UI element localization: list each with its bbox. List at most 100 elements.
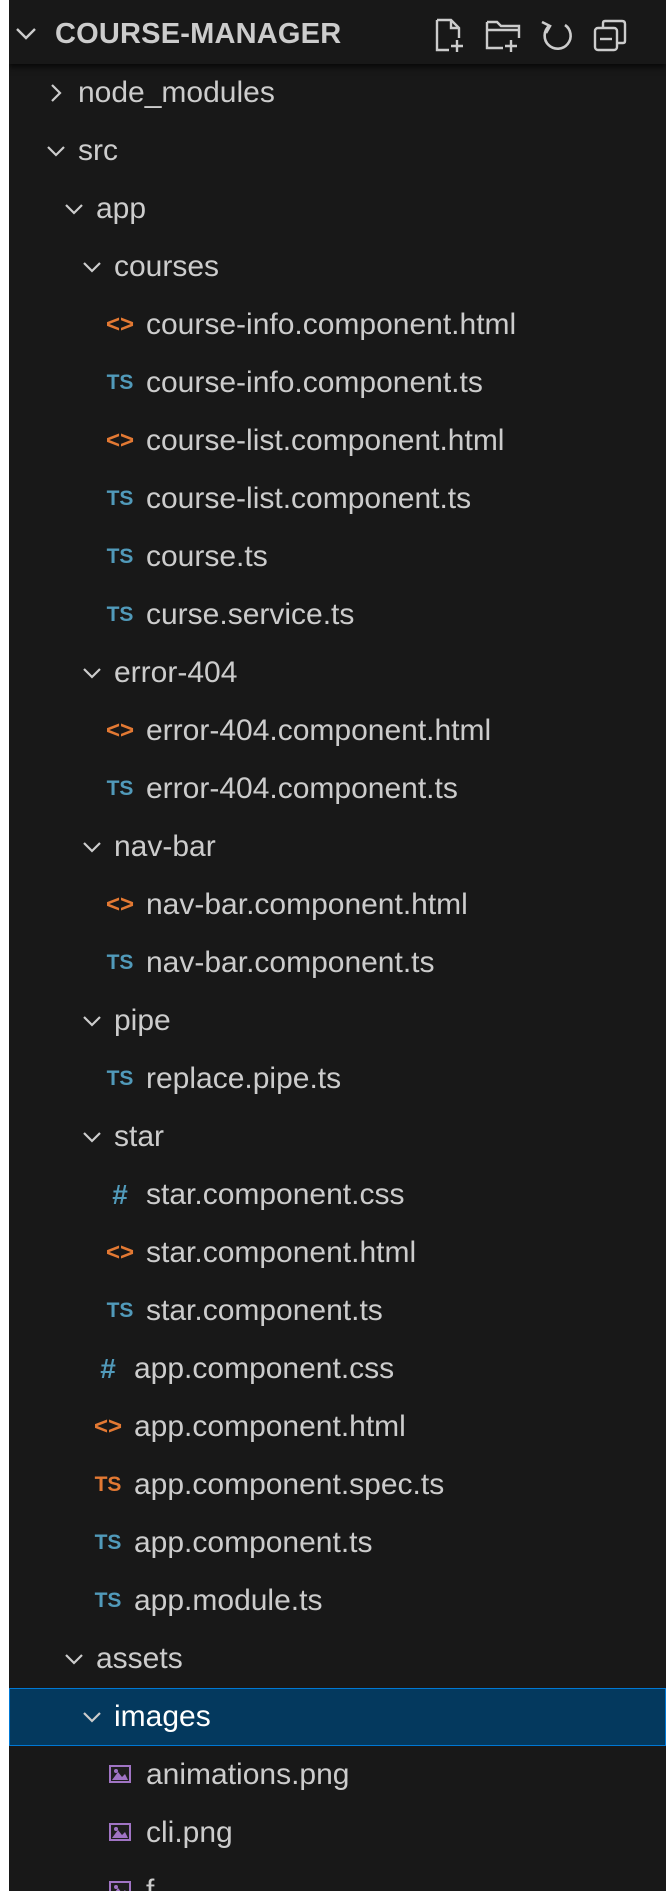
item-label: star.component.html [146, 1236, 417, 1269]
folder-item[interactable]: star [9, 1108, 666, 1166]
folder-item[interactable]: assets [9, 1630, 666, 1688]
item-label: app.component.ts [134, 1526, 373, 1559]
html-file-icon: <> [105, 891, 135, 918]
item-label: error-404.component.html [146, 714, 492, 747]
folder-item[interactable]: src [9, 122, 666, 180]
typescript-file-icon: TS [106, 1067, 134, 1090]
typescript-file-icon: TS [106, 487, 134, 510]
html-file-icon: <> [105, 311, 135, 338]
file-item[interactable]: TS app.module.ts [9, 1572, 666, 1630]
file-item[interactable]: # app.component.css [9, 1340, 666, 1398]
folder-item[interactable]: courses [9, 238, 666, 296]
folder-item[interactable]: app [9, 180, 666, 238]
chevron-down-icon[interactable] [65, 1650, 83, 1668]
folder-item[interactable]: pipe [9, 992, 666, 1050]
file-item[interactable]: <> app.component.html [9, 1398, 666, 1456]
file-item[interactable]: TS app.component.spec.ts [9, 1456, 666, 1514]
chevron-down-icon[interactable] [83, 1012, 101, 1030]
file-item[interactable]: TS star.component.ts [9, 1282, 666, 1340]
file-item[interactable]: TS course-list.component.ts [9, 470, 666, 528]
item-label: error-404 [114, 656, 238, 689]
file-item[interactable]: animations.png [9, 1746, 666, 1804]
typescript-file-icon: TS [106, 777, 134, 800]
file-item[interactable]: <> course-info.component.html [9, 296, 666, 354]
item-label: cli.png [146, 1816, 233, 1849]
item-label: assets [96, 1642, 183, 1675]
chevron-down-icon[interactable] [83, 1708, 101, 1726]
html-file-icon: <> [105, 427, 135, 454]
collapse-all-icon[interactable] [591, 16, 631, 56]
typescript-file-icon: TS [94, 1589, 122, 1612]
item-label: star [114, 1120, 165, 1153]
chevron-down-icon[interactable] [15, 27, 36, 41]
item-label: star.component.css [146, 1178, 405, 1211]
file-item[interactable]: cli.png [9, 1804, 666, 1862]
explorer-panel: COURSE-MANAGER node_modules src app cour… [9, 0, 666, 1891]
item-label: src [78, 134, 118, 167]
file-item[interactable]: TS course.ts [9, 528, 666, 586]
css-file-icon: # [112, 1179, 128, 1210]
explorer-header[interactable]: COURSE-MANAGER [9, 0, 666, 64]
item-label: app.component.spec.ts [134, 1468, 445, 1501]
html-file-icon: <> [105, 717, 135, 744]
chevron-down-icon[interactable] [83, 838, 101, 856]
typescript-spec-file-icon: TS [94, 1473, 122, 1496]
file-item[interactable]: TS replace.pipe.ts [9, 1050, 666, 1108]
image-file-icon [104, 1759, 136, 1791]
chevron-down-icon[interactable] [47, 142, 65, 160]
typescript-file-icon: TS [94, 1531, 122, 1554]
item-label: course-info.component.html [146, 308, 517, 341]
image-file-icon [104, 1817, 136, 1849]
chevron-down-icon[interactable] [65, 200, 83, 218]
item-label: courses [114, 250, 220, 283]
typescript-file-icon: TS [106, 371, 134, 394]
item-label: course-list.component.ts [146, 482, 472, 515]
item-label: node_modules [78, 76, 275, 109]
file-item[interactable]: f... [9, 1862, 666, 1891]
item-label: nav-bar.component.html [146, 888, 468, 921]
item-label: app [96, 192, 147, 225]
file-item[interactable]: <> error-404.component.html [9, 702, 666, 760]
file-item[interactable]: <> nav-bar.component.html [9, 876, 666, 934]
css-file-icon: # [100, 1353, 116, 1384]
folder-item[interactable]: error-404 [9, 644, 666, 702]
item-label: nav-bar.component.ts [146, 946, 435, 979]
new-file-icon[interactable] [429, 16, 469, 56]
file-item[interactable]: TS curse.service.ts [9, 586, 666, 644]
item-label: nav-bar [114, 830, 216, 863]
file-item[interactable]: # star.component.css [9, 1166, 666, 1224]
item-label: error-404.component.ts [146, 772, 458, 805]
item-label: animations.png [146, 1758, 350, 1791]
chevron-down-icon[interactable] [83, 664, 101, 682]
typescript-file-icon: TS [106, 1299, 134, 1322]
item-label: star.component.ts [146, 1294, 383, 1327]
chevron-down-icon[interactable] [83, 1128, 101, 1146]
item-label: app.module.ts [134, 1584, 323, 1617]
item-label: replace.pipe.ts [146, 1062, 342, 1095]
html-file-icon: <> [105, 1239, 135, 1266]
html-file-icon: <> [93, 1413, 123, 1440]
new-folder-icon[interactable] [483, 16, 523, 56]
refresh-icon[interactable] [537, 16, 577, 56]
file-item[interactable]: TS nav-bar.component.ts [9, 934, 666, 992]
item-label: app.component.html [134, 1410, 406, 1443]
file-item[interactable]: <> star.component.html [9, 1224, 666, 1282]
folder-item[interactable]: node_modules [9, 64, 666, 122]
item-label: course-info.component.ts [146, 366, 483, 399]
item-label: app.component.css [134, 1352, 395, 1385]
folder-item[interactable]: images [9, 1688, 666, 1746]
item-label: f... [146, 1874, 180, 1891]
folder-item[interactable]: nav-bar [9, 818, 666, 876]
file-tree: node_modulessrc app courses <> course-info.c… [9, 64, 666, 1891]
file-item[interactable]: TS course-info.component.ts [9, 354, 666, 412]
item-label: curse.service.ts [146, 598, 355, 631]
file-item[interactable]: TS error-404.component.ts [9, 760, 666, 818]
item-label: pipe [114, 1004, 171, 1037]
item-label: course.ts [146, 540, 268, 573]
chevron-down-icon[interactable] [83, 258, 101, 276]
item-label: course-list.component.html [146, 424, 505, 457]
file-item[interactable]: <> course-list.component.html [9, 412, 666, 470]
chevron-right-icon[interactable] [47, 84, 65, 102]
file-item[interactable]: TS app.component.ts [9, 1514, 666, 1572]
workspace-title[interactable]: COURSE-MANAGER [55, 18, 341, 51]
